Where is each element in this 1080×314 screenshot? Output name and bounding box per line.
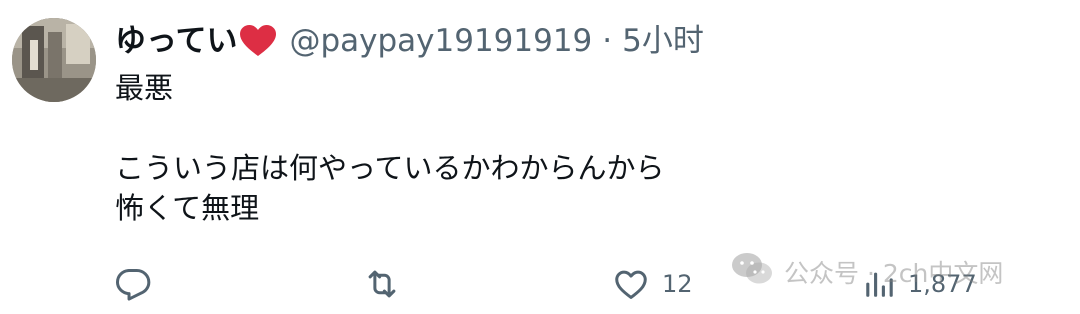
- avatar[interactable]: [12, 18, 96, 102]
- action-bar: 12 1,877: [0, 262, 1080, 306]
- retweet-icon: [362, 265, 402, 303]
- tweet-line: こういう店は何やっているかわからんから: [115, 151, 665, 185]
- heart-emoji-icon: [239, 24, 277, 58]
- tweet-text: 最悪 こういう店は何やっているかわからんから 怖くて無理: [115, 68, 815, 228]
- views-count: 1,877: [908, 270, 977, 298]
- views-button[interactable]: 1,877: [862, 262, 977, 306]
- tweet-line: 最悪: [115, 71, 174, 105]
- bar-chart-icon: [862, 265, 896, 303]
- heart-outline-icon: [612, 265, 650, 303]
- display-name[interactable]: ゆってい: [115, 25, 237, 57]
- tweet-header: ゆってい @paypay19191919 · 5小时: [115, 18, 704, 64]
- tweet-line: 怖くて無理: [115, 191, 260, 225]
- separator-dot: ·: [602, 22, 613, 59]
- retweet-button[interactable]: [362, 262, 402, 306]
- user-handle[interactable]: @paypay19191919: [289, 25, 592, 57]
- like-button[interactable]: 12: [612, 262, 693, 306]
- reply-button[interactable]: [114, 262, 152, 306]
- reply-icon: [114, 265, 152, 303]
- timestamp[interactable]: 5小时: [622, 25, 704, 57]
- like-count: 12: [662, 270, 693, 298]
